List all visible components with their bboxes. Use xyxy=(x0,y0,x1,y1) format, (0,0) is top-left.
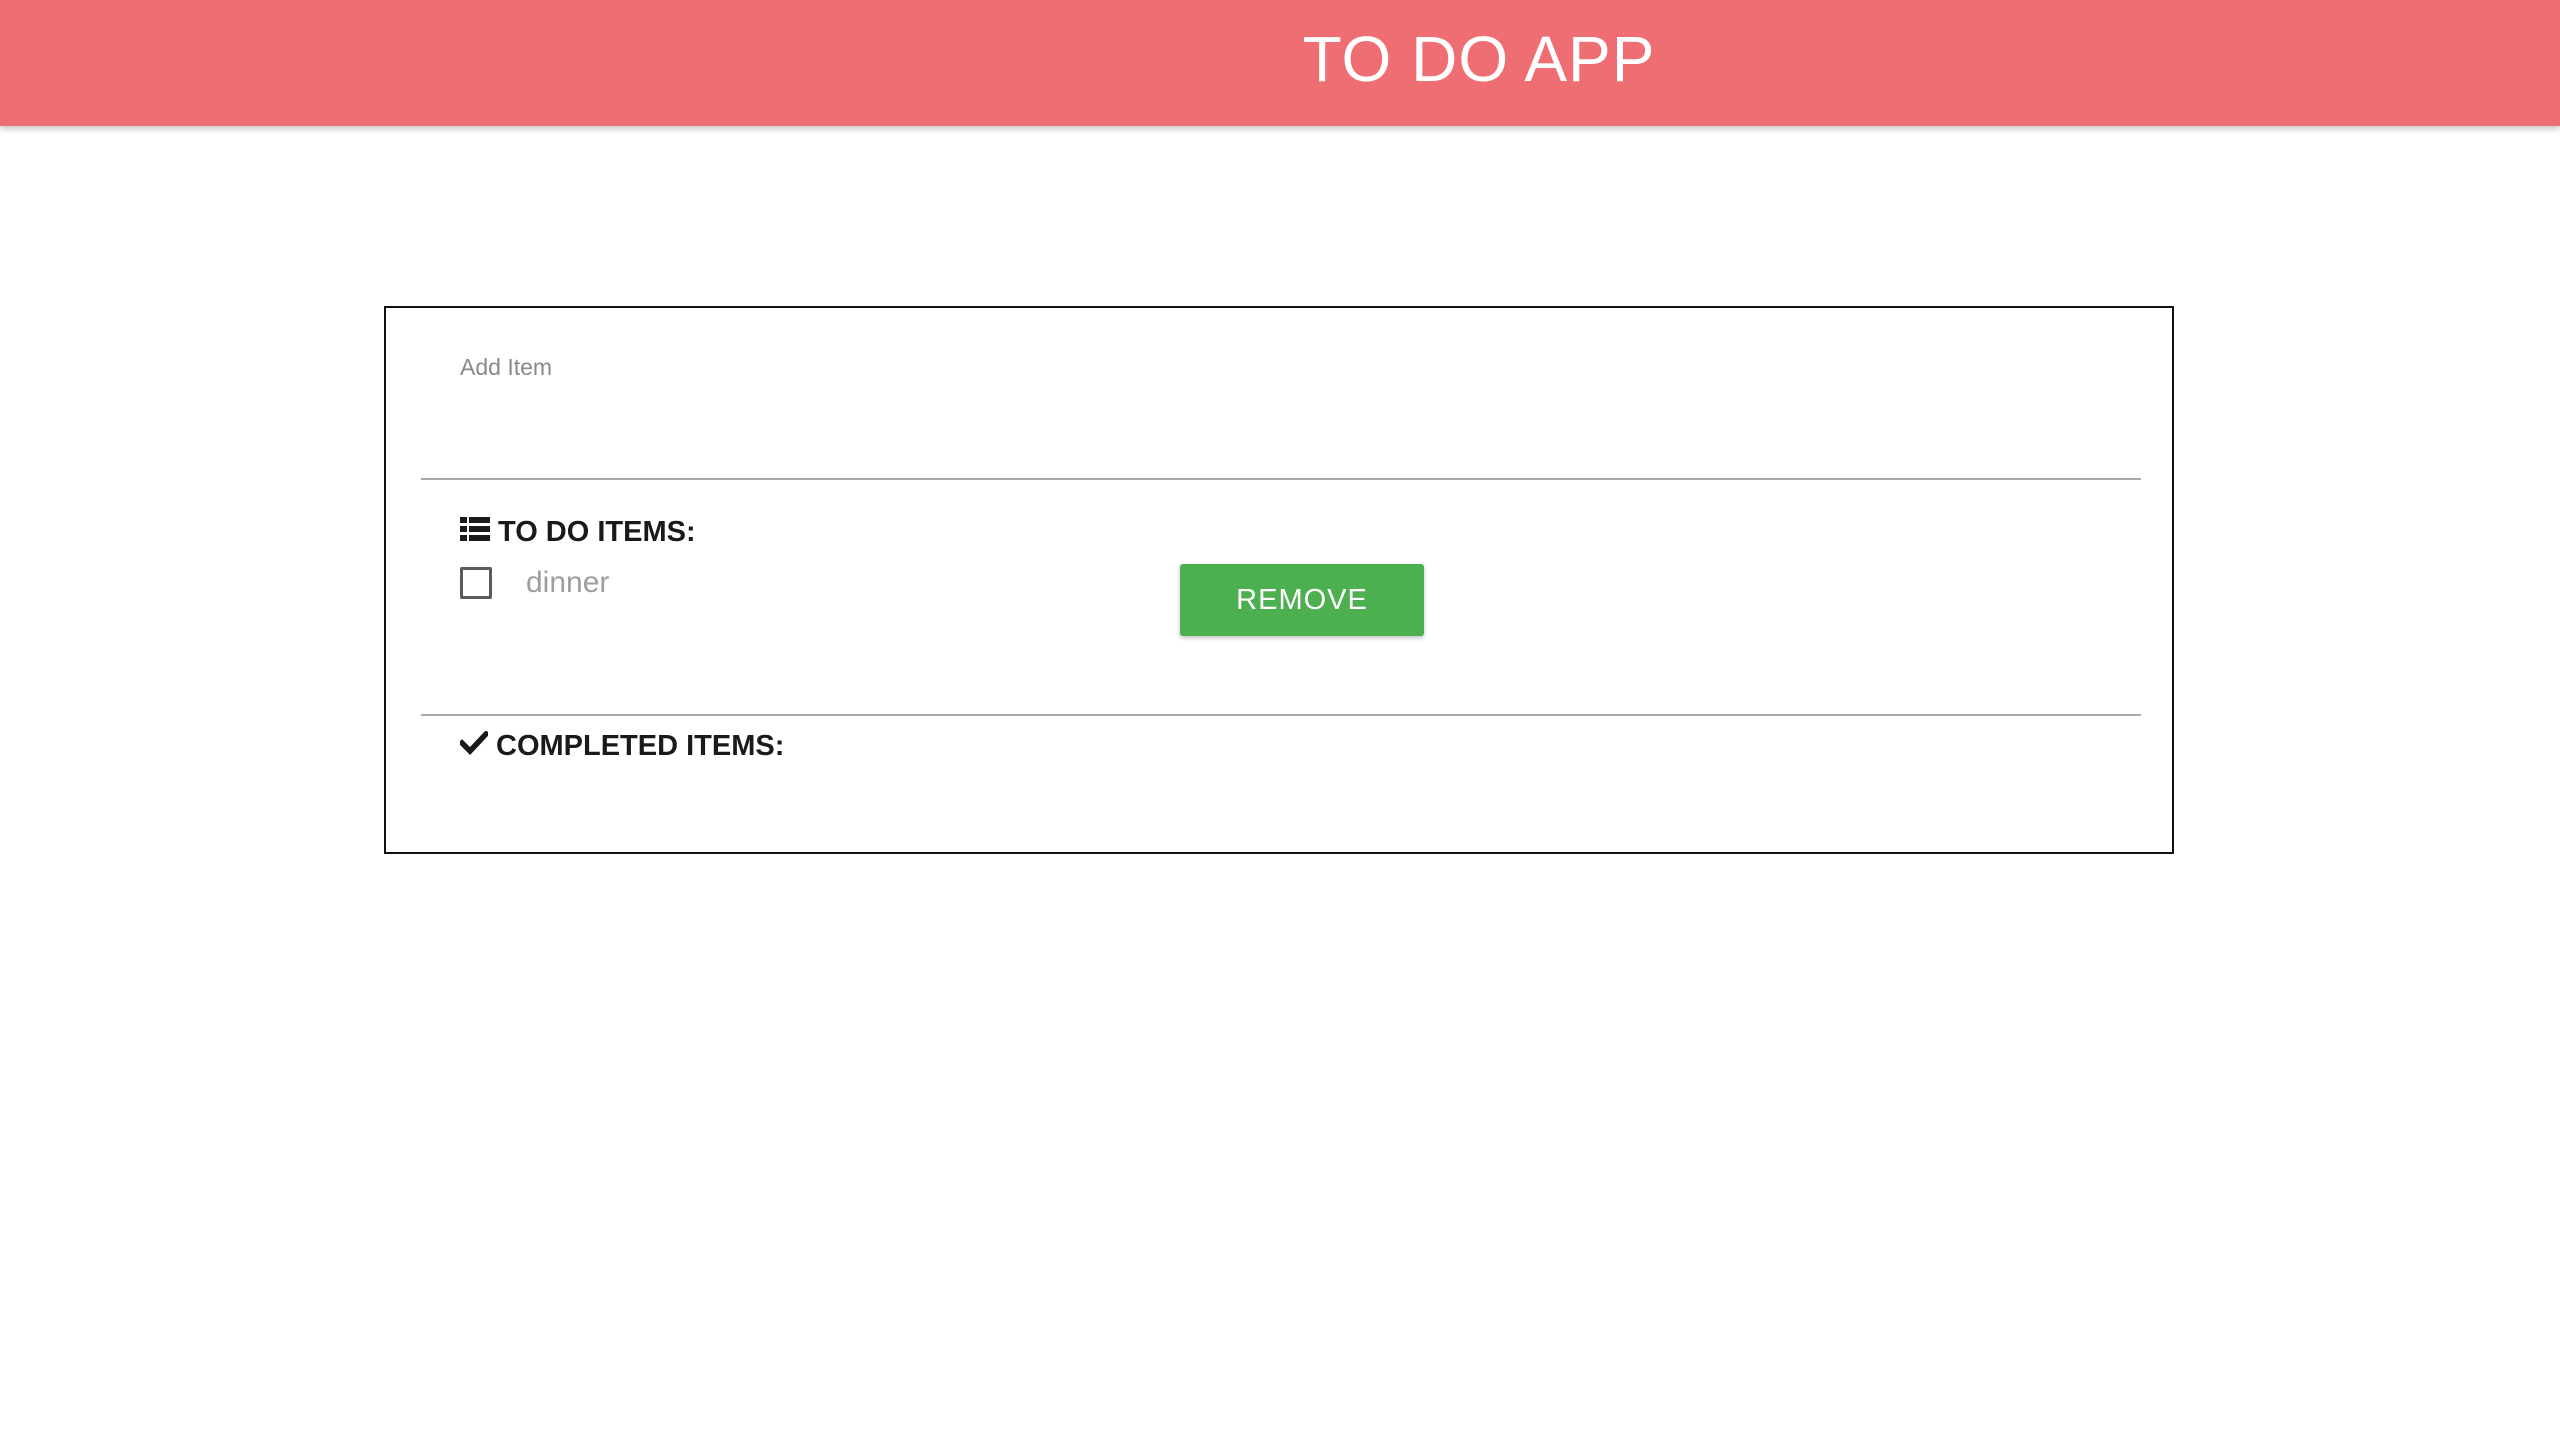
todo-items-heading: TO DO ITEMS: xyxy=(460,516,696,549)
add-item-label: Add Item xyxy=(460,354,553,380)
add-item-input[interactable] xyxy=(460,388,2114,440)
section-divider xyxy=(421,714,2141,716)
completed-items-heading: COMPLETED ITEMS: xyxy=(458,730,785,763)
remove-button[interactable]: REMOVE xyxy=(1180,564,1424,636)
checkmark-icon xyxy=(458,730,490,763)
app-title: TO DO APP xyxy=(1302,23,1656,95)
app-header: TO DO APP xyxy=(0,0,2560,126)
todo-item-checkbox[interactable] xyxy=(460,567,492,599)
todo-item: dinner xyxy=(460,566,609,600)
todo-items-heading-text: TO DO ITEMS: xyxy=(498,516,696,548)
completed-items-heading-text: COMPLETED ITEMS: xyxy=(496,730,785,762)
todo-card: Add Item TO DO ITEMS: dinner REMOVE COMP… xyxy=(384,306,2174,854)
input-underline xyxy=(421,478,2141,480)
todo-item-text: dinner xyxy=(526,566,610,599)
list-icon xyxy=(460,516,490,549)
